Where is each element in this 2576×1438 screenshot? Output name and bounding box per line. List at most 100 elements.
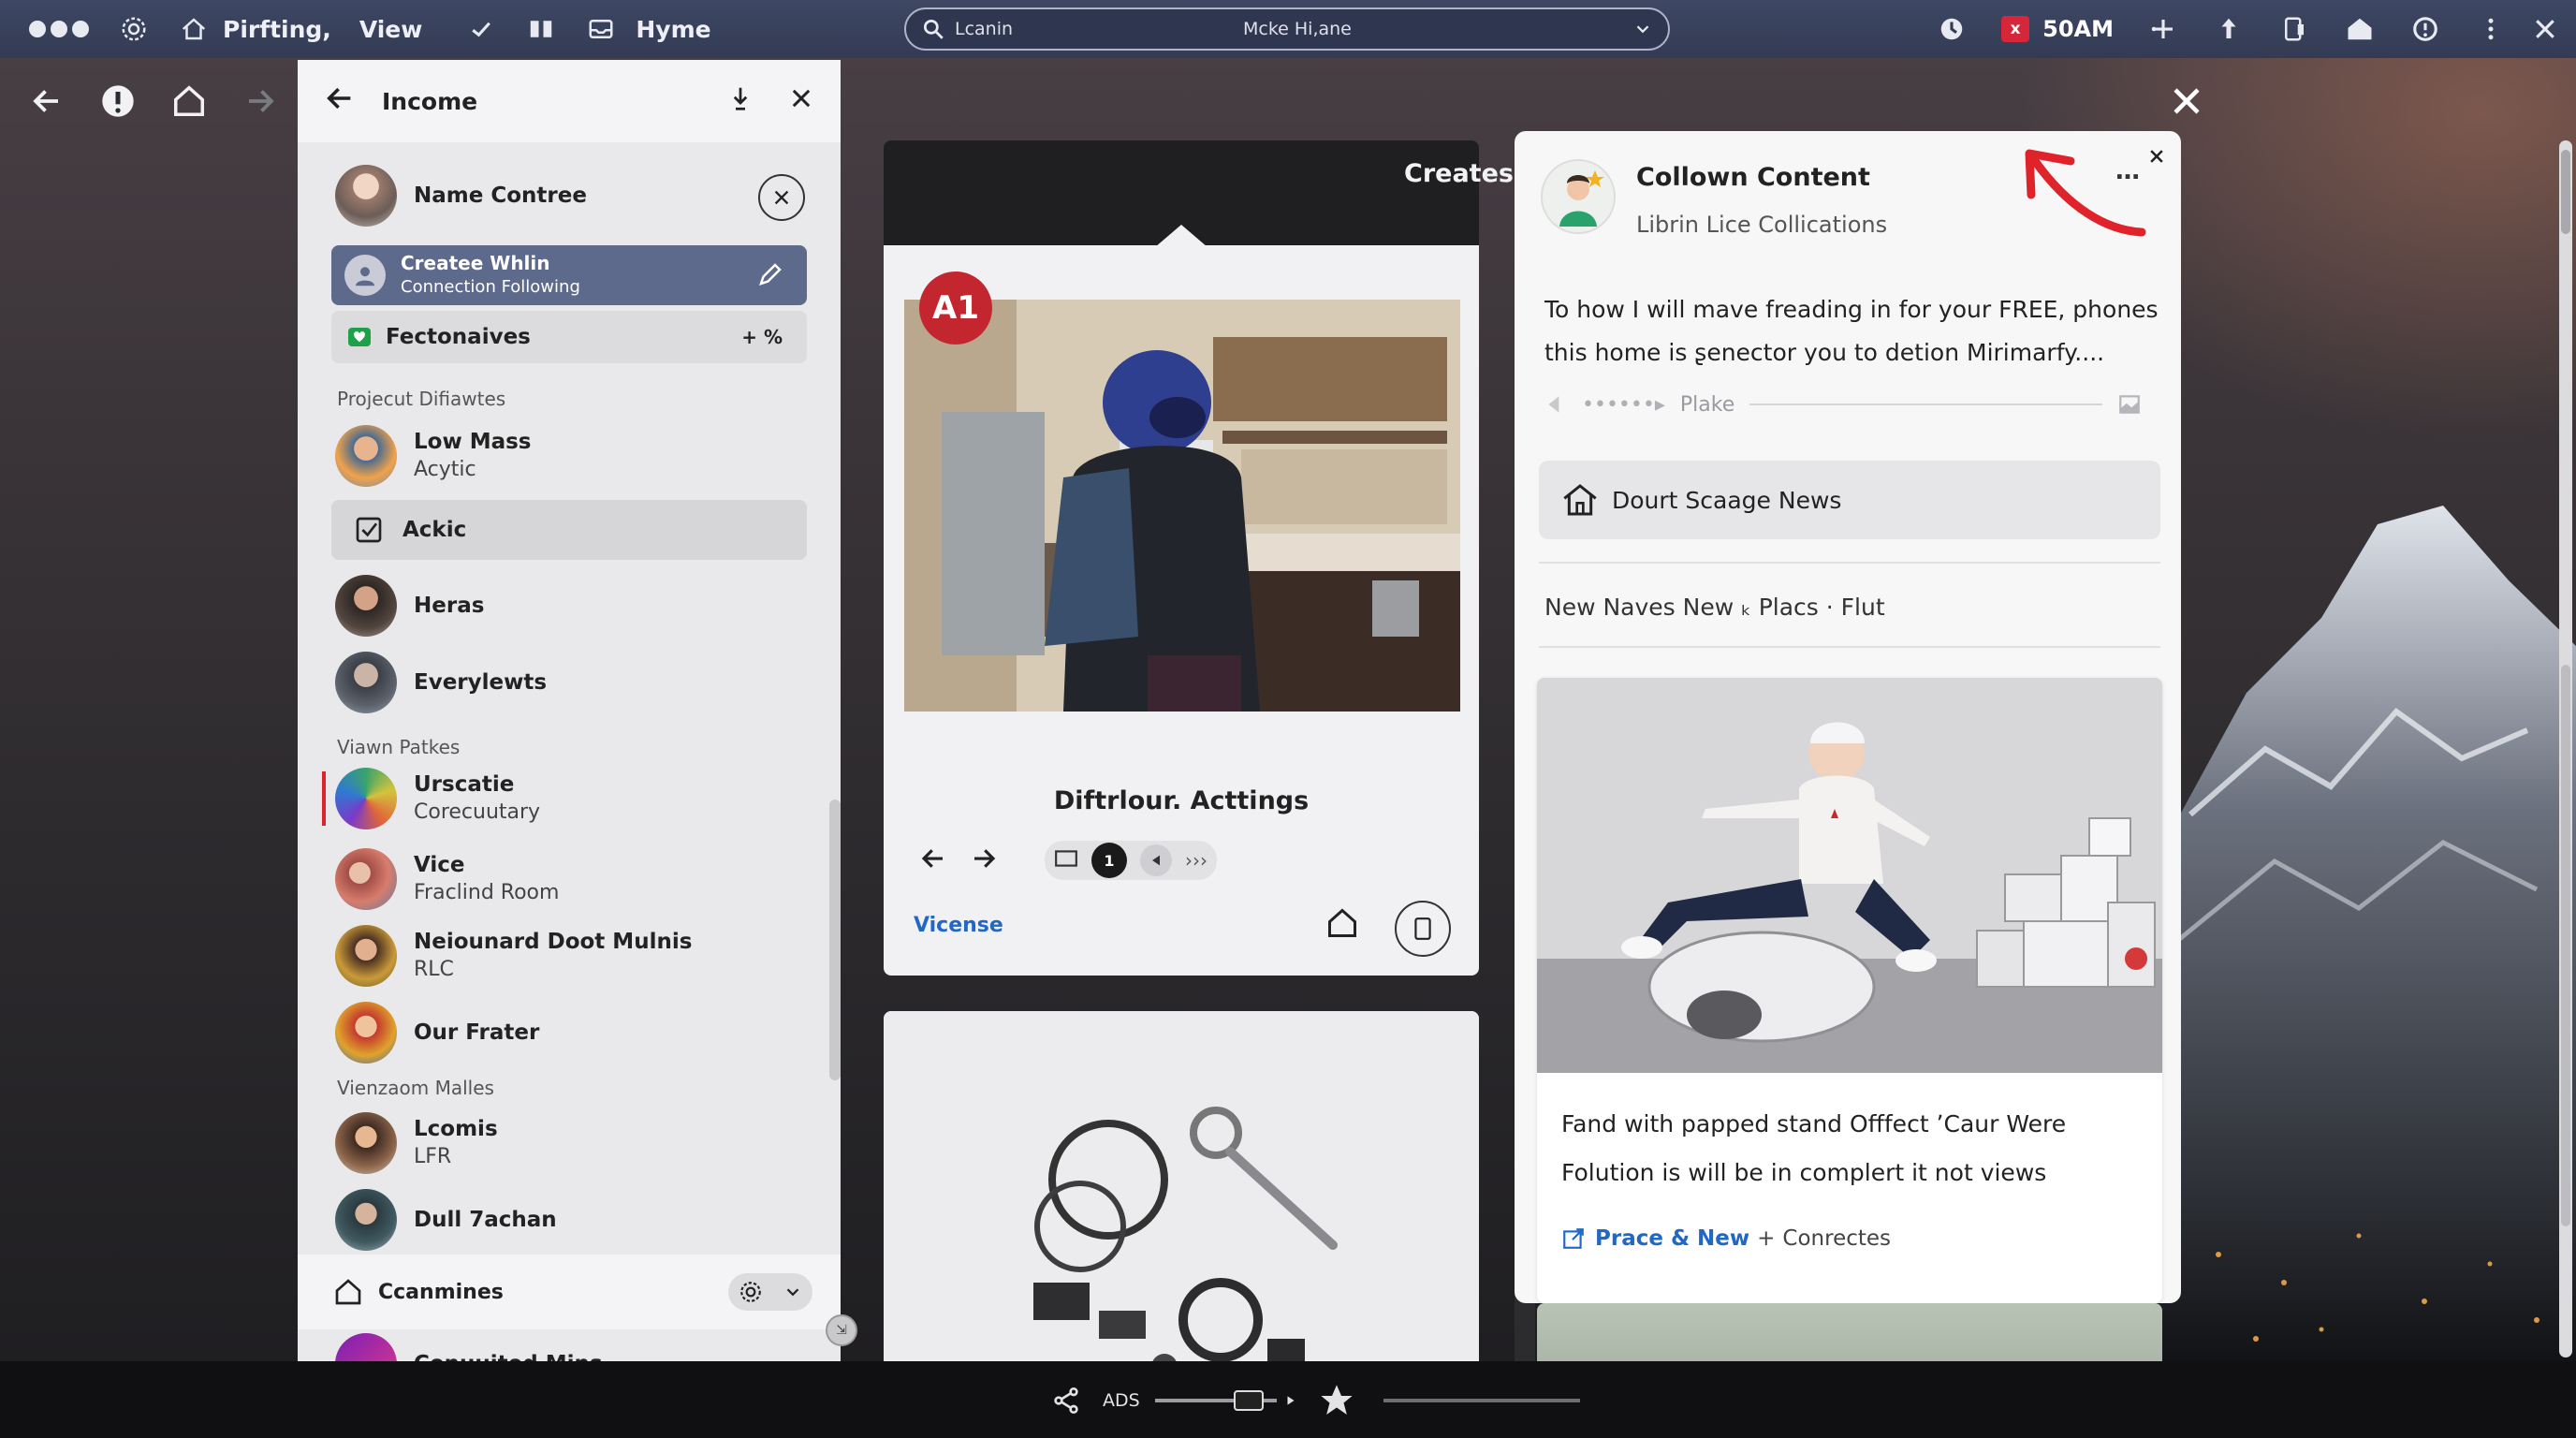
sidebar-item-ackic[interactable]: Ackic: [331, 500, 807, 560]
window-controls[interactable]: [28, 19, 90, 39]
feed-link-row: Prace & New + Conrectes: [1561, 1226, 1891, 1251]
user-icon: [356, 267, 374, 286]
sidebar-item-lcomis[interactable]: Lcomis LFR: [335, 1112, 498, 1174]
scrollbar-thumb[interactable]: [2561, 150, 2570, 234]
more-pages-indicator[interactable]: ›››: [1185, 849, 1208, 872]
settings-gear-icon[interactable]: [118, 13, 150, 45]
news-tags[interactable]: New Naves New ₖ Placs · Flut: [1544, 594, 1885, 621]
overlay-close-icon[interactable]: [2170, 84, 2203, 122]
kitchen-illustration: [904, 300, 1460, 712]
back-arrow-icon[interactable]: [28, 81, 66, 122]
scrollbar-thumb-secondary[interactable]: [2561, 665, 2570, 1226]
resize-handle-icon[interactable]: ⇲: [826, 1314, 857, 1346]
window-dots-icon[interactable]: [28, 19, 90, 39]
inbox-icon[interactable]: [585, 13, 617, 45]
avatar: [335, 1002, 397, 1064]
image-icon[interactable]: [2117, 392, 2142, 417]
feed-photo[interactable]: [1537, 678, 2162, 1073]
item-subtitle: RLC: [414, 958, 454, 981]
book-icon[interactable]: [525, 13, 557, 45]
favorites-meta[interactable]: + %: [741, 326, 783, 348]
item-title: Everylewts: [414, 670, 548, 695]
more-vertical-icon[interactable]: [2475, 13, 2507, 45]
sidebar-item-neiounard[interactable]: Neiounard Doot Mulnis RLC: [335, 925, 692, 987]
avatar: [335, 925, 397, 987]
sidebar-item-our-frater[interactable]: Our Frater: [335, 1002, 539, 1064]
profile-row[interactable]: Name Contree: [335, 165, 587, 227]
pin-icon[interactable]: [2213, 13, 2245, 45]
app-name[interactable]: Pirfting,: [223, 16, 331, 43]
progress-slider[interactable]: [1383, 1399, 1580, 1402]
card-link[interactable]: Vicense: [914, 914, 1003, 937]
volume-slider-knob[interactable]: [1233, 1390, 1264, 1411]
star-icon[interactable]: [1318, 1382, 1355, 1419]
section-header-malles: Vienzaom Malles: [337, 1077, 494, 1099]
profile-close-button[interactable]: [758, 174, 805, 221]
card-title: Diftrlour. Acttings: [1053, 786, 1310, 815]
gear-icon: [739, 1282, 761, 1302]
sidebar-item-heras[interactable]: Heras: [335, 575, 484, 637]
page-scrollbar[interactable]: [2559, 140, 2572, 1357]
search-input[interactable]: Lcanin: [955, 19, 1013, 39]
move-icon[interactable]: [2147, 13, 2179, 45]
forward-arrow-icon[interactable]: [242, 81, 279, 122]
sidebar-scrollbar[interactable]: [829, 800, 841, 1080]
item-title: Ackic: [402, 518, 467, 542]
alert-circle-icon[interactable]: [99, 81, 137, 122]
bookmark-button[interactable]: [1395, 901, 1451, 957]
sidebar-item-low-mass[interactable]: Low Mass Acytic: [335, 425, 532, 487]
notification-badge[interactable]: x: [2001, 16, 2030, 42]
panel-title: Collown Content: [1636, 163, 1870, 192]
page-indicator[interactable]: 1: [1091, 843, 1127, 878]
pager-pill: 1 ›››: [1045, 841, 1217, 880]
checkmark-icon[interactable]: [465, 13, 497, 45]
item-subtitle: Corecuutary: [414, 800, 541, 824]
prev-arrow-icon[interactable]: [919, 844, 947, 876]
feed-card[interactable]: Fand with papped stand Offfect ʼCaur Wer…: [1537, 678, 2162, 1303]
device-icon[interactable]: [2278, 13, 2310, 45]
selected-item-subtitle: Connection Following: [401, 277, 580, 297]
house-icon[interactable]: [2344, 13, 2376, 45]
microphone-icon[interactable]: [726, 82, 754, 120]
menu-hyme[interactable]: Hyme: [636, 16, 710, 43]
search-location: Mcke Hi,ane: [1243, 19, 1352, 39]
external-link-icon[interactable]: [1561, 1226, 1586, 1251]
media-label: ADS: [1103, 1390, 1140, 1411]
home-icon[interactable]: [178, 13, 210, 45]
news-button[interactable]: Dourt Scaage News: [1539, 461, 2160, 539]
arrow-left-icon[interactable]: [1543, 392, 1567, 417]
play-back-icon[interactable]: [1140, 844, 1172, 876]
sidebar-item-selected[interactable]: Createe Whlin Connection Following: [331, 245, 807, 305]
gallery-icon[interactable]: [1054, 848, 1078, 873]
sidebar-back-icon[interactable]: [324, 82, 356, 120]
edit-pencil-icon[interactable]: [756, 260, 784, 292]
feed-link-secondary[interactable]: Conrectes: [1782, 1226, 1891, 1251]
home-outline-icon[interactable]: [1325, 906, 1359, 944]
sidebar-item-urscatie[interactable]: Urscatie Corecuutary: [335, 768, 540, 829]
sidebar-item-favorites[interactable]: Fectonaives + %: [331, 311, 807, 363]
volume-slider[interactable]: [1154, 1390, 1277, 1411]
info-icon[interactable]: [2409, 13, 2441, 45]
share-icon[interactable]: [1050, 1386, 1082, 1416]
clock-icon[interactable]: [1936, 13, 1968, 45]
favorites-label: Fectonaives: [386, 325, 531, 349]
sidebar-close-icon[interactable]: [788, 85, 814, 117]
menu-view[interactable]: View: [359, 16, 423, 43]
sidebar-footer[interactable]: Ccanmines: [298, 1255, 841, 1329]
sidebar-item-vice[interactable]: Vice Fraclind Room: [335, 848, 559, 910]
next-arrow-icon[interactable]: [970, 844, 998, 876]
close-window-icon[interactable]: [2529, 13, 2561, 45]
home-outline-icon[interactable]: [170, 81, 208, 122]
chevron-down-icon[interactable]: [1632, 19, 1653, 39]
feed-caption-2: Folution is will be in complert it not v…: [1561, 1159, 2047, 1186]
phone-icon: [1414, 917, 1431, 940]
search-bar[interactable]: Lcanin Mcke Hi,ane: [904, 7, 1670, 51]
feed-link[interactable]: Prace & New: [1595, 1226, 1749, 1251]
sidebar-item-dull[interactable]: Dull 7achan: [335, 1189, 557, 1251]
footer-settings-button[interactable]: [728, 1273, 812, 1311]
media-card[interactable]: A1 Diftrlour. Acttings 1 ››› Vicense: [884, 225, 1479, 976]
media-controls: ADS: [1050, 1382, 1580, 1419]
body-line-1: To how I will mave freading in for your …: [1544, 296, 2159, 323]
kitchen-photo[interactable]: [904, 300, 1460, 712]
sidebar-item-everylewts[interactable]: Everylewts: [335, 652, 547, 713]
